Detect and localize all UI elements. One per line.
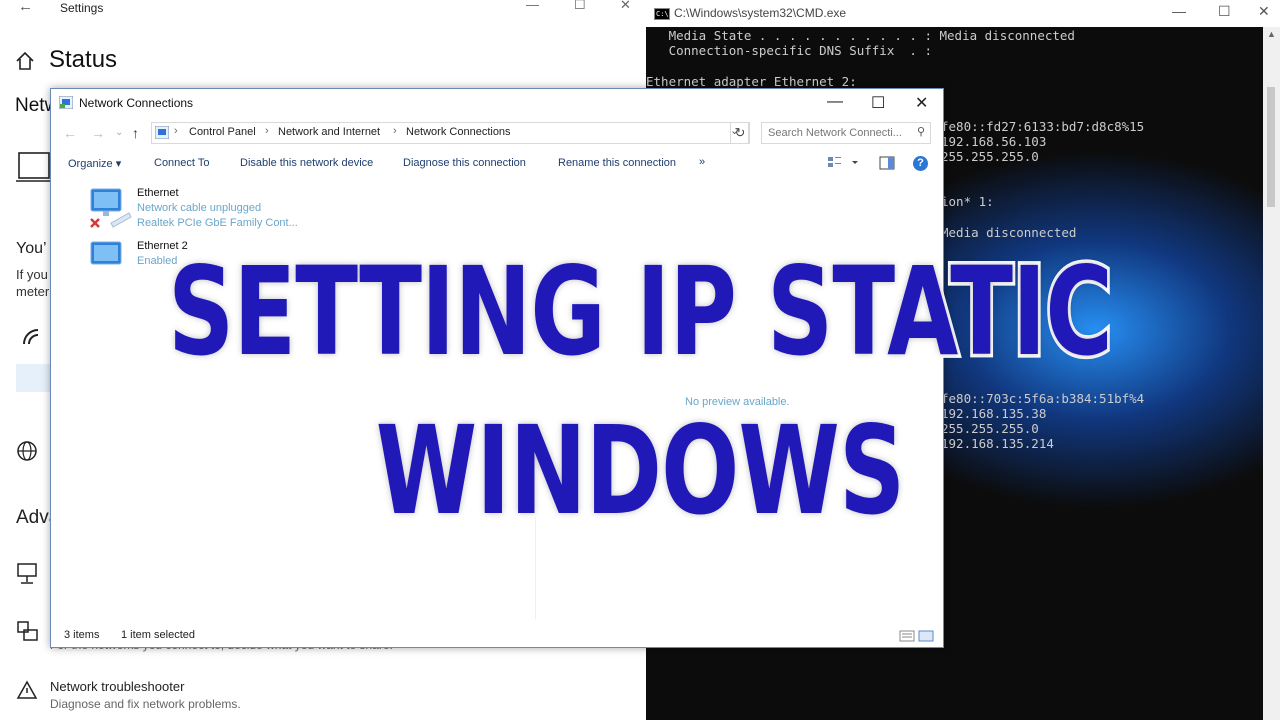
banner-text: SETTING IP STATIC WINDOWS xyxy=(165,237,1115,546)
connection-device: Realtek PCIe GbE Family Cont... xyxy=(137,217,298,229)
sharing-options-icon xyxy=(17,621,38,641)
recent-locations-icon[interactable]: ⌄ xyxy=(115,127,123,138)
close-button[interactable]: ✕ xyxy=(620,0,631,13)
change-view-icon[interactable] xyxy=(827,155,867,171)
cmd-output-top: Media State . . . . . . . . . . . : Medi… xyxy=(646,28,1075,89)
breadcrumb-control-panel[interactable]: Control Panel xyxy=(189,126,256,138)
home-icon[interactable] xyxy=(14,50,36,72)
search-input[interactable]: Search Network Connecti... ⚲ xyxy=(761,122,931,144)
details-view-icon[interactable] xyxy=(899,629,935,643)
status-bar: 3 items 1 item selected xyxy=(51,627,943,647)
search-icon: ⚲ xyxy=(916,126,925,138)
network-troubleshooter-description: Diagnose and fix network problems. xyxy=(50,697,241,711)
cmd-maximize-button[interactable]: ☐ xyxy=(1218,3,1231,20)
control-panel-icon xyxy=(155,126,169,139)
scroll-up-icon[interactable]: ▲ xyxy=(1267,29,1276,39)
back-icon[interactable]: ← xyxy=(63,125,77,141)
up-icon[interactable]: ↑ xyxy=(132,125,139,141)
nc-maximize-button[interactable]: ☐ xyxy=(871,93,885,113)
warning-icon xyxy=(16,680,38,699)
rename-button[interactable]: Rename this connection xyxy=(558,157,676,169)
globe-icon xyxy=(17,441,37,461)
nc-title: Network Connections xyxy=(79,96,194,110)
nc-titlebar: Network Connections — ☐ ✕ xyxy=(51,89,943,119)
connect-to-button[interactable]: Connect To xyxy=(154,157,209,169)
cmd-adapter-heading: ion* 1: xyxy=(941,194,994,209)
connection-status: Network cable unplugged xyxy=(137,202,262,214)
help-icon[interactable]: ? xyxy=(913,156,928,171)
address-bar-row: ← → ⌄ ↑ › Control Panel › Network and In… xyxy=(51,119,943,149)
cmd-titlebar: C:\ C:\Windows\system32\CMD.exe — ☐ ✕ xyxy=(646,0,1280,27)
network-troubleshooter-link[interactable]: Network troubleshooter xyxy=(50,679,184,694)
scrollbar-thumb[interactable] xyxy=(1267,87,1275,207)
breadcrumb-separator-icon: › xyxy=(174,125,178,137)
refresh-icon[interactable]: ↻ xyxy=(730,122,750,144)
page-title: Status xyxy=(49,46,118,73)
settings-titlebar: ← Settings — ☐ ✕ xyxy=(0,0,646,16)
cmd-icon: C:\ xyxy=(654,8,670,20)
disable-device-button[interactable]: Disable this network device xyxy=(240,157,373,169)
cmd-close-button[interactable]: ✕ xyxy=(1258,3,1270,20)
settings-title: Settings xyxy=(60,1,104,15)
breadcrumb-network-connections[interactable]: Network Connections xyxy=(406,126,511,138)
title-banner: SETTING IP STATIC WINDOWS xyxy=(0,237,1280,546)
connection-status-text: You’ xyxy=(16,240,47,257)
network-connections-icon xyxy=(59,96,73,109)
cmd-ipv4-1: 192.168.56.103 xyxy=(941,134,1047,149)
more-commands-button[interactable]: » xyxy=(699,156,705,168)
cmd-minimize-button[interactable]: — xyxy=(1172,3,1186,19)
item-count: 3 items xyxy=(64,629,100,641)
preview-pane-icon[interactable] xyxy=(879,156,895,170)
forward-icon[interactable]: → xyxy=(91,125,105,141)
connection-name: Ethernet xyxy=(137,187,179,199)
organize-button[interactable]: Organize ▾ xyxy=(68,157,121,170)
organize-label: Organize xyxy=(68,158,113,170)
minimize-button[interactable]: — xyxy=(526,0,539,12)
connection-item-ethernet[interactable]: Ethernet Network cable unplugged Realtek… xyxy=(89,187,309,237)
selection-count: 1 item selected xyxy=(121,629,195,641)
network-adapter-disconnected-icon xyxy=(90,188,132,228)
nc-minimize-button[interactable]: — xyxy=(827,93,843,111)
back-arrow-icon[interactable]: ← xyxy=(18,0,33,15)
breadcrumb-network-and-internet[interactable]: Network and Internet xyxy=(278,126,380,138)
address-bar[interactable]: › Control Panel › Network and Internet ›… xyxy=(151,122,749,144)
network-adapter-icon xyxy=(17,563,37,584)
maximize-button[interactable]: ☐ xyxy=(574,0,586,13)
cmd-mask-1: 255.255.255.0 xyxy=(941,149,1039,164)
breadcrumb-separator-icon: › xyxy=(265,125,269,137)
diagnose-button[interactable]: Diagnose this connection xyxy=(403,157,526,169)
nc-close-button[interactable]: ✕ xyxy=(915,93,928,113)
cmd-ipv6-1: fe80::fd27:6133:bd7:d8c8%15 xyxy=(941,119,1145,134)
command-bar: Organize ▾ Connect To Disable this netwo… xyxy=(51,151,943,177)
cmd-icon-label: C:\ xyxy=(656,10,669,18)
search-placeholder: Search Network Connecti... xyxy=(768,127,902,139)
cmd-title: C:\Windows\system32\CMD.exe xyxy=(674,6,847,20)
breadcrumb-separator-icon: › xyxy=(393,125,397,137)
